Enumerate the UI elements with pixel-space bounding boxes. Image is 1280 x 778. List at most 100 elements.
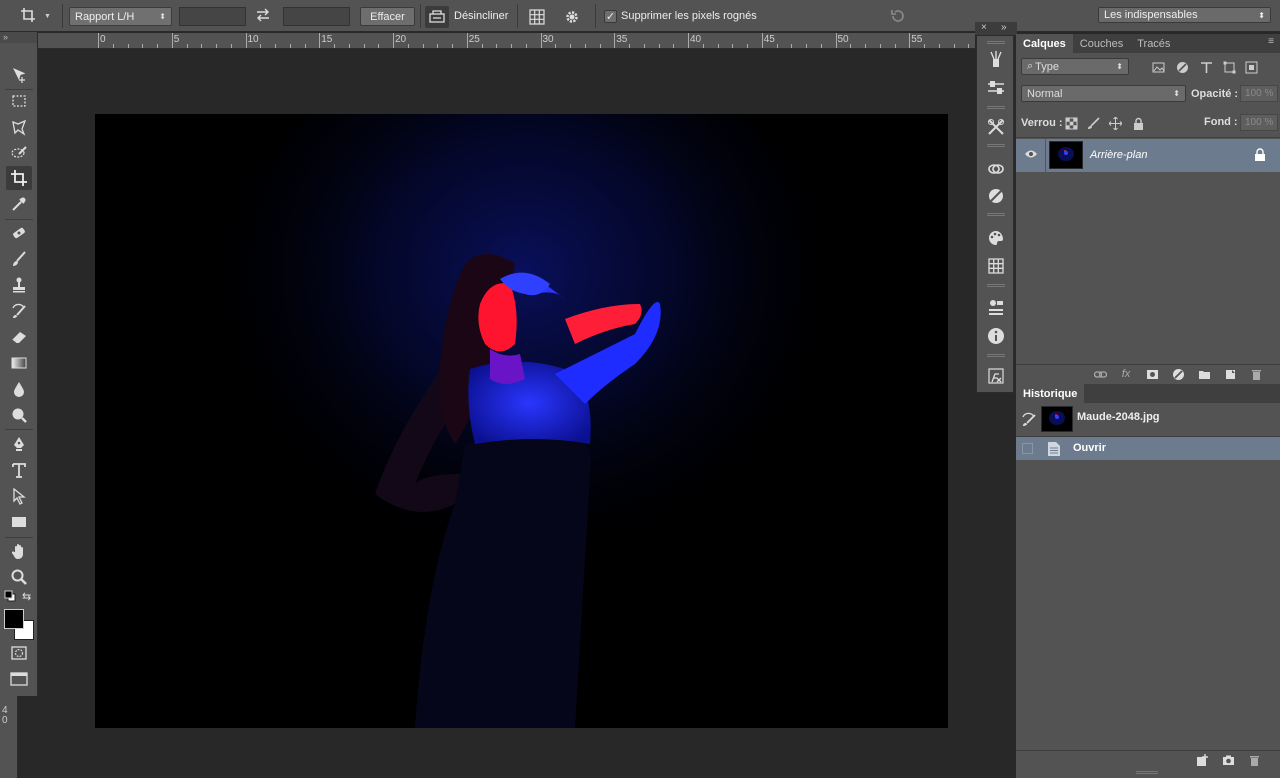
brush-tool-icon[interactable] (6, 247, 32, 271)
quick-selection-tool-icon[interactable] (6, 141, 32, 165)
lasso-tool-icon[interactable] (6, 115, 32, 139)
layer-filter-select[interactable]: ⌕ Type ⬍ (1021, 58, 1129, 75)
lock-position-icon[interactable] (1108, 116, 1122, 130)
styles-fx-icon[interactable] (984, 365, 1008, 387)
lock-transparency-icon[interactable] (1064, 116, 1078, 130)
reset-icon[interactable] (889, 7, 907, 28)
screen-mode-icon[interactable] (6, 667, 32, 691)
history-state-row[interactable]: Ouvrir (1016, 437, 1280, 460)
trash-icon[interactable] (1246, 753, 1262, 767)
tab-couches[interactable]: Couches (1073, 34, 1130, 53)
new-adjustment-icon[interactable] (1170, 367, 1186, 381)
properties-icon[interactable] (984, 296, 1008, 318)
swatches-icon[interactable] (984, 227, 1008, 249)
panel-resize-grip[interactable] (1136, 771, 1158, 774)
pen-tool-icon[interactable] (6, 432, 32, 456)
add-mask-icon[interactable] (1144, 367, 1160, 381)
blend-mode-select[interactable]: Normal ⬍ (1021, 85, 1186, 102)
swap-colors-icon[interactable]: ⇆ (22, 590, 31, 603)
opacity-field[interactable]: 100 % (1240, 85, 1278, 102)
crop-tool-icon[interactable] (6, 166, 32, 190)
grid-panel-icon[interactable] (984, 255, 1008, 277)
healing-brush-tool-icon[interactable] (6, 221, 32, 245)
ruler-tick (850, 44, 852, 48)
clear-button[interactable]: Effacer (360, 7, 415, 26)
tab-historique[interactable]: Historique (1016, 384, 1085, 403)
fill-field[interactable]: 100 % (1240, 114, 1278, 131)
lock-all-icon[interactable] (1131, 116, 1145, 130)
layer-row[interactable]: Arrière-plan (1016, 139, 1280, 172)
ruler-tick (186, 44, 188, 48)
type-filter-icon[interactable] (1199, 60, 1213, 74)
brush-settings-icon[interactable] (984, 77, 1008, 99)
blur-tool-icon[interactable] (6, 377, 32, 401)
collapse-icon[interactable]: » (0, 32, 37, 43)
quick-mask-icon[interactable] (6, 641, 32, 665)
expand-icon[interactable]: » (1001, 22, 1007, 33)
document-photo[interactable] (95, 114, 948, 728)
marquee-tool-icon[interactable] (6, 89, 32, 113)
ruler-tick (496, 44, 498, 48)
snapshot-row[interactable]: Maude-2048.jpg (1016, 404, 1280, 436)
link-layers-icon[interactable] (1092, 367, 1108, 381)
camera-icon[interactable] (1220, 753, 1236, 767)
adjustment-filter-icon[interactable] (1175, 60, 1189, 74)
pixel-filter-icon[interactable] (1151, 60, 1165, 74)
history-source-checkbox[interactable] (1022, 443, 1033, 454)
new-document-from-state-icon[interactable] (1194, 753, 1210, 767)
trash-icon[interactable] (1248, 367, 1264, 381)
lock-pixels-icon[interactable] (1086, 116, 1100, 130)
swap-icon[interactable] (255, 8, 271, 25)
eraser-tool-icon[interactable] (6, 325, 32, 349)
rectangle-tool-icon[interactable] (6, 510, 32, 534)
straighten-icon[interactable] (425, 6, 449, 28)
default-colors-icon[interactable] (4, 590, 16, 605)
clone-stamp-tool-icon[interactable] (6, 273, 32, 297)
new-group-icon[interactable] (1196, 367, 1212, 381)
foreground-color-swatch[interactable] (4, 609, 24, 629)
ruler-tick (584, 44, 586, 48)
history-brush-tool-icon[interactable] (6, 299, 32, 323)
adjustments-icon[interactable] (984, 185, 1008, 207)
tool-presets-icon[interactable] (984, 116, 1008, 138)
ruler-label: 5 (173, 34, 180, 45)
tab-calques[interactable]: Calques (1016, 34, 1073, 53)
dodge-tool-icon[interactable] (6, 403, 32, 427)
gradient-tool-icon[interactable] (6, 351, 32, 375)
new-layer-icon[interactable] (1222, 367, 1238, 381)
shape-filter-icon[interactable] (1222, 60, 1236, 74)
path-selection-tool-icon[interactable] (6, 484, 32, 508)
ruler-tick (968, 44, 970, 48)
chevron-down-icon: ▼ (44, 12, 51, 20)
zoom-tool-icon[interactable] (6, 565, 32, 589)
brush-presets-icon[interactable] (984, 48, 1008, 70)
width-field[interactable] (179, 7, 246, 26)
libraries-icon[interactable] (984, 158, 1008, 180)
ruler-tick (806, 44, 807, 48)
history-brush-source-icon[interactable] (1021, 412, 1037, 431)
crop-tool-preset-picker[interactable]: ▼ (20, 6, 58, 26)
workspace-select[interactable]: Les indispensables ⬍ (1098, 7, 1271, 23)
delete-cropped-checkbox[interactable]: ✓ (604, 10, 617, 23)
grid-overlay-icon[interactable] (528, 8, 546, 29)
updown-arrow-icon: ⬍ (1173, 89, 1180, 98)
straighten-label[interactable]: Désincliner (454, 10, 508, 22)
layer-style-fx-icon[interactable]: fx (1118, 367, 1134, 381)
ruler-tick (791, 44, 793, 48)
type-tool-icon[interactable] (6, 458, 32, 482)
vertical-ruler: 4 0 (0, 696, 18, 778)
close-icon[interactable]: × (981, 22, 987, 33)
smart-object-filter-icon[interactable] (1244, 60, 1258, 74)
eyedropper-tool-icon[interactable] (6, 192, 32, 216)
move-tool-icon[interactable] (6, 63, 32, 87)
layer-name[interactable]: Arrière-plan (1090, 149, 1147, 161)
hand-tool-icon[interactable] (6, 539, 32, 563)
gear-icon[interactable] (563, 8, 581, 29)
ratio-select[interactable]: Rapport L/H ⬍ (69, 7, 172, 26)
ruler-tick (260, 44, 262, 48)
eye-icon[interactable] (1024, 149, 1038, 162)
info-icon[interactable] (984, 325, 1008, 347)
tab-traces[interactable]: Tracés (1130, 34, 1177, 53)
height-field[interactable] (283, 7, 350, 26)
panel-menu-icon[interactable]: ≡ (1268, 36, 1274, 47)
